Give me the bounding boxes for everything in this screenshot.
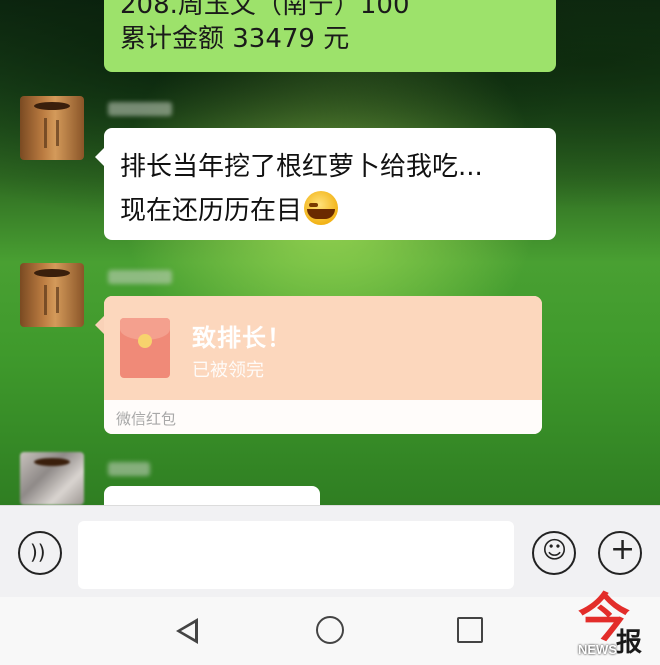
home-circle-icon[interactable] [316, 616, 344, 644]
avatar[interactable] [20, 263, 84, 327]
red-packet-label: 微信红包 [116, 410, 177, 428]
input-bar: )) ☺ + [0, 505, 660, 598]
red-packet-message[interactable]: 致排长！ 已被领完 微信红包 [104, 296, 542, 434]
plus-icon[interactable]: + [598, 531, 642, 575]
avatar-detail [56, 287, 59, 313]
avatar-detail [56, 120, 59, 146]
sent-message-bubble[interactable]: 208.周玉文（南宁）100 累计金额 33479 元 [104, 0, 556, 72]
voice-glyph: )) [30, 540, 46, 564]
coin-icon [138, 334, 152, 348]
plus-glyph: + [610, 532, 636, 567]
avatar-detail [44, 118, 47, 148]
smiley-glyph: ☺ [542, 536, 568, 564]
bubble-tail [95, 316, 104, 334]
red-packet-status: 已被领完 [192, 360, 264, 381]
watermark-char: 报 [616, 628, 643, 658]
avatar-detail [44, 285, 47, 315]
recent-square-icon[interactable] [457, 617, 483, 643]
watermark-news: NEWS [578, 642, 617, 657]
voice-icon[interactable]: )) [18, 531, 62, 575]
red-packet-title: 致排长！ [192, 324, 292, 352]
laughing-tears-emoji-icon [304, 191, 339, 225]
sender-name-blurred [108, 270, 172, 284]
sender-name-blurred [108, 102, 172, 116]
smiley-icon[interactable]: ☺ [532, 531, 576, 575]
red-envelope-icon [120, 318, 170, 378]
message-text-line: 累计金额 33479 元 [120, 24, 350, 54]
avatar[interactable] [20, 452, 84, 505]
message-text-line: 排长当年挖了根红萝卜给我吃... [120, 152, 483, 182]
message-input[interactable] [78, 521, 514, 589]
avatar[interactable] [20, 96, 84, 160]
message-text: 现在还历历在目 [120, 196, 303, 226]
news-logo-watermark: 今 报 NEWS [572, 580, 654, 662]
sender-name-blurred [108, 462, 150, 476]
message-text-line: 现在还历历在目 [120, 190, 339, 227]
back-triangle-icon-inner [181, 623, 195, 639]
received-message-bubble[interactable]: 排长当年挖了根红萝卜给我吃... 现在还历历在目 [95, 128, 556, 240]
